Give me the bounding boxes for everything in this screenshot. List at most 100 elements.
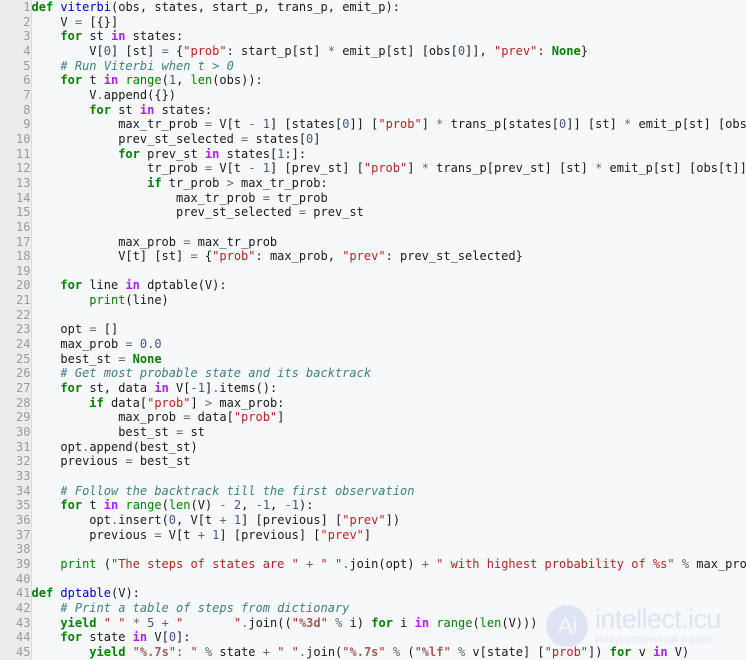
token-kw: for [60, 381, 83, 396]
code-line-content[interactable]: max_tr_prob = tr_prob [31, 191, 746, 206]
code-line-content[interactable]: V[t] [st] = {"prob": max_prob, "prev": p… [31, 249, 746, 264]
code-line-content[interactable]: yield "%.7s": " % state + " ".join("%.7s… [31, 645, 746, 660]
code-line-content[interactable]: max_tr_prob = V[t - 1] [states[0]] ["pro… [31, 117, 746, 132]
code-line-content[interactable]: max_prob = 0.0 [31, 337, 746, 352]
token-pl: max_prob [31, 234, 184, 249]
code-line-content[interactable]: max_prob = max_tr_prob [31, 235, 746, 250]
code-line: 9 max_tr_prob = V[t - 1] [states[0]] ["p… [0, 117, 746, 132]
token-pl: t [82, 73, 104, 88]
line-number: 14 [0, 190, 32, 206]
code-line-content[interactable]: for st in states: [31, 103, 746, 118]
code-line-content[interactable]: for state in V[0]: [31, 630, 746, 645]
code-line-content[interactable]: V = [{}] [31, 15, 746, 30]
token-pl: ]) [385, 512, 401, 527]
code-line-content[interactable]: # Print a table of steps from dictionary [31, 601, 746, 616]
token-op: = [154, 527, 162, 542]
line-number: 36 [0, 512, 32, 528]
token-pl: { [168, 43, 184, 58]
code-line-content[interactable]: V.append({}) [31, 88, 746, 103]
code-line: 42 # Print a table of steps from diction… [0, 600, 746, 616]
code-line-content[interactable]: for st, data in V[-1].items(): [31, 381, 746, 396]
code-line-content[interactable]: best_st = None [31, 352, 746, 367]
line-number: 7 [0, 87, 32, 103]
code-line-content[interactable]: tr_prob = V[t - 1] [prev_st] ["prob"] * … [31, 161, 746, 176]
token-kwop: in [103, 73, 119, 88]
code-line-content[interactable]: previous = best_st [31, 454, 746, 469]
code-line-content[interactable]: V[0] [st] = {"prob": start_p[st] * emit_… [31, 44, 746, 59]
code-line-content[interactable]: max_prob = data["prob"] [31, 410, 746, 425]
code-line-content[interactable]: # Run Viterbi when t > 0 [31, 59, 746, 74]
token-str: "prev" [320, 527, 364, 542]
line-number: 2 [0, 14, 32, 30]
code-line-content[interactable]: def viterbi(obs, states, start_p, trans_… [31, 0, 746, 15]
code-line-content[interactable]: for line in dptable(V): [31, 278, 746, 293]
code-line-content[interactable]: for t in range(len(V) - 2, -1, -1): [31, 498, 746, 513]
token-pl: ] [277, 410, 285, 425]
code-line-content[interactable] [31, 308, 746, 323]
token-pl: dptable(V): [139, 278, 227, 293]
token-op: = [125, 337, 133, 352]
token-kw: if [147, 175, 162, 190]
code-line: 1 def viterbi(obs, states, start_p, trans… [0, 0, 746, 15]
code-line-content[interactable]: yield " " * 5 + " ".join(("%3d" % i) for… [31, 616, 746, 631]
code-line-content[interactable]: def dptable(V): [31, 586, 746, 601]
token-str: "prob" [544, 644, 589, 659]
code-line-content[interactable]: prev_st_selected = states[0] [31, 132, 746, 147]
code-line-content[interactable]: previous = V[t + 1] [previous] ["prev"] [31, 528, 746, 543]
token-bi: print [60, 556, 97, 571]
code-line-content[interactable]: print(line) [31, 293, 746, 308]
code-line: 33 [0, 469, 746, 484]
token-num: 0 [168, 512, 177, 527]
code-line-content[interactable] [31, 572, 746, 587]
code-line: 6 for t in range(1, len(obs)): [0, 73, 746, 88]
token-pl: } [580, 43, 588, 58]
token-op: * [421, 161, 429, 176]
token-kw: def [31, 0, 54, 14]
code-line-content[interactable]: # Follow the backtrack till the first ob… [31, 484, 746, 499]
line-number: 28 [0, 395, 32, 411]
code-line-content[interactable]: opt = [] [31, 322, 746, 337]
token-pl: V[t [161, 527, 198, 542]
code-line-content[interactable]: opt.append(best_st) [31, 440, 746, 455]
token-kw: for [60, 73, 83, 88]
token-pl: ] [407, 161, 422, 176]
code-line-content[interactable]: best_st = st [31, 425, 746, 440]
token-pl: V[t [212, 117, 249, 132]
token-op: * [327, 43, 335, 58]
token-fmt: %.7s [139, 644, 169, 659]
code-line-content[interactable] [31, 220, 746, 235]
code-line-content[interactable]: print ("The steps of states are " + " ".… [31, 557, 746, 572]
token-str: "The steps of states are " [110, 556, 299, 571]
token-pl: previous [31, 527, 155, 542]
code-line-content[interactable]: if tr_prob > max_tr_prob: [31, 176, 746, 191]
code-line-content[interactable] [31, 469, 746, 484]
token-str: " [378, 644, 386, 659]
code-line-content[interactable]: # Get most probable state and its backtr… [31, 366, 746, 381]
code-line-content[interactable]: for st in states: [31, 29, 746, 44]
code-line-content[interactable] [31, 264, 746, 279]
code-line-content[interactable] [31, 542, 746, 557]
code-line-content[interactable]: opt.insert(0, V[t + 1] [previous] ["prev… [31, 513, 746, 528]
code-line-content[interactable]: if data["prob"] > max_prob: [31, 396, 746, 411]
token-kw: yield [89, 644, 126, 659]
token-str: " [291, 615, 299, 630]
token-op: - [190, 381, 198, 396]
line-number: 26 [0, 366, 32, 382]
token-kwop: in [125, 278, 140, 293]
token-op: + [262, 644, 270, 659]
token-pl: (obs, states, start_p, trans_p, emit_p): [111, 0, 400, 14]
code-line: 31 opt.append(best_st) [0, 439, 746, 455]
line-number: 33 [0, 469, 32, 484]
code-line-content[interactable]: for t in range(1, len(obs)): [31, 73, 746, 88]
code-line-content[interactable]: prev_st_selected = prev_st [31, 205, 746, 220]
code-line-content[interactable]: for prev_st in states[1:]: [31, 147, 746, 162]
token-pl: st [183, 425, 205, 440]
code-line: 10 prev_st_selected = states[0] [0, 131, 746, 147]
token-pl: ]] [st] [566, 117, 625, 132]
code-line: 38 [0, 542, 746, 557]
token-pl: opt [31, 439, 83, 454]
line-number: 37 [0, 527, 32, 543]
